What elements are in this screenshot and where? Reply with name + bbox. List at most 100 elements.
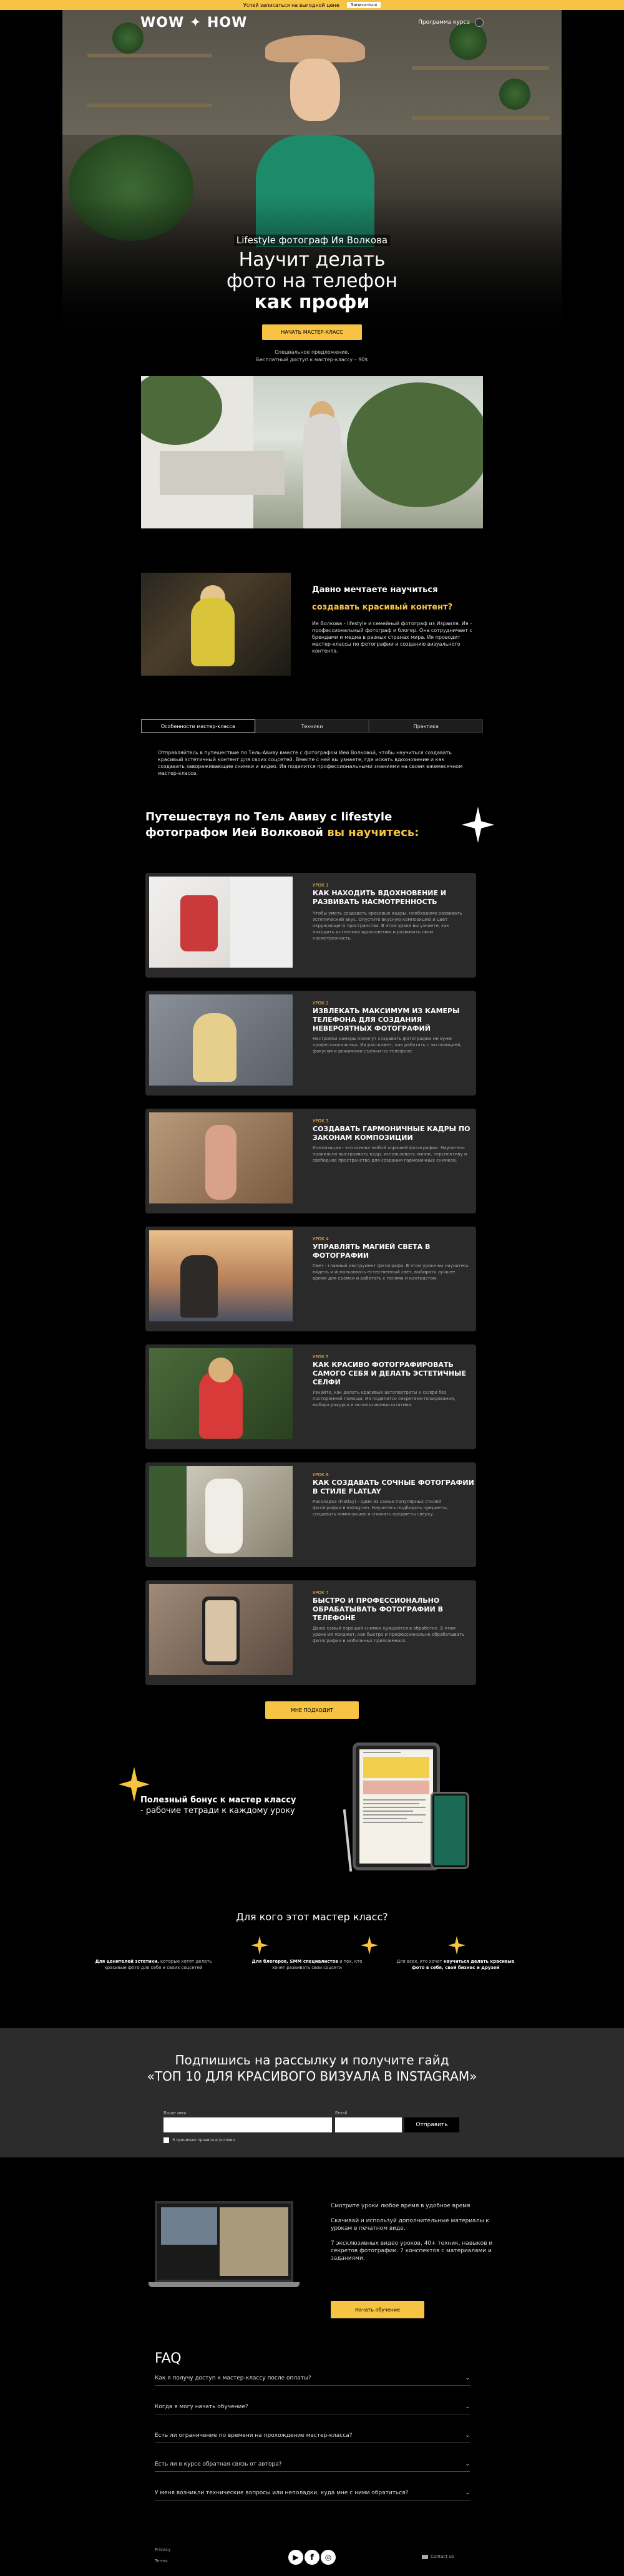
lesson-number: УРОК 3 [313, 1119, 329, 1124]
star-icon [361, 1936, 378, 1955]
lesson-image [149, 1230, 293, 1321]
tabs: Особенности мастер-класса Техники Практи… [141, 719, 484, 733]
program-link[interactable]: Программа курса [418, 19, 470, 26]
lesson-card-7[interactable]: УРОК 7 БЫСТРО И ПРОФЕССИОНАЛЬНО ОБРАБАТЫ… [145, 1580, 476, 1685]
name-label: Ваше имя [163, 2111, 187, 2116]
instagram-icon[interactable]: ◎ [321, 2550, 336, 2565]
audience-item: Для ценителей эстетики, которые хотят де… [95, 1959, 212, 1970]
lesson-image [149, 1348, 293, 1439]
lesson-desc: Свет - главный инструмент фотографа. В э… [313, 1263, 469, 1281]
consent-label: Я принимаю правила и условия [172, 2138, 235, 2142]
lesson-number: УРОК 7 [313, 1590, 329, 1595]
faq-item[interactable]: Когда я могу начать обучение? ⌄ [155, 2399, 470, 2414]
chevron-down-icon: ⌄ [465, 2461, 470, 2467]
lesson-image [149, 994, 293, 1086]
lesson-desc: Раскладка (Flatlay) - один из самых попу… [313, 1499, 449, 1517]
hero-note-line2: Бесплатный доступ к мастер-классу – 90$ [256, 357, 368, 362]
lesson-number: УРОК 1 [313, 883, 329, 888]
audience-item: Для всех, кто хочет научиться делать кра… [396, 1959, 515, 1970]
promo-button[interactable]: Записаться [346, 2, 381, 8]
more-button[interactable]: МНЕ ПОДХОДИТ [265, 1701, 359, 1719]
lesson-image [149, 1466, 293, 1557]
course-text-1: Смотрите уроки любое время в удобное вре… [331, 2203, 470, 2209]
chevron-down-icon: ⌄ [465, 2403, 470, 2410]
lesson-desc: Узнайте, как делать красивые автопортрет… [313, 1390, 456, 1407]
consent-checkbox[interactable] [163, 2137, 169, 2143]
name-input[interactable] [163, 2117, 332, 2132]
lesson-title: ИЗВЛЕКАТЬ МАКСИМУМ ИЗ КАМЕРЫ ТЕЛЕФОНА ДЛ… [313, 1007, 460, 1033]
faq-item[interactable]: Есть ли в курсе обратная связь от автора… [155, 2457, 470, 2472]
contact-link[interactable]: Contact us [422, 2554, 454, 2559]
hero-note-line1: Специальное предложение. [275, 349, 349, 355]
email-input[interactable] [335, 2117, 402, 2132]
lesson-desc: Даже самый хороший снимок нуждается в об… [313, 1626, 465, 1643]
about-photo [141, 573, 291, 676]
faq-item[interactable]: Есть ли ограничение по времени на прохож… [155, 2428, 470, 2443]
lesson-title: БЫСТРО И ПРОФЕССИОНАЛЬНО ОБРАБАТЫВАТЬ ФО… [313, 1597, 443, 1622]
star-icon [448, 1936, 466, 1955]
tab-features[interactable]: Особенности мастер-класса [141, 719, 255, 733]
youtube-icon[interactable]: ▶ [288, 2550, 303, 2565]
lessons-title: Путешествуя по Тель Авиву с lifestyle фо… [145, 810, 419, 839]
tab-content: Отправляйтесь в путешествие по Тель-Авив… [158, 750, 463, 776]
hero-text: Lifestyle фотограф Ия Волкова Научит дел… [0, 234, 624, 364]
about-text: Ия Волкова - lifestyle и семейный фотогр… [312, 621, 472, 654]
lesson-number: УРОК 2 [313, 1001, 329, 1006]
audience-item: Для блогеров, SMM специалистов и тех, кт… [251, 1959, 363, 1970]
subscribe-section: Подпишись на рассылку и получите гайд «Т… [0, 2028, 624, 2157]
lesson-title: СОЗДАВАТЬ ГАРМОНИЧНЫЕ КАДРЫ ПО ЗАКОНАМ К… [313, 1125, 470, 1142]
header: WOW ✦ HOW Программа курса [0, 10, 624, 35]
mail-icon [422, 2554, 428, 2559]
chevron-down-icon: ⌄ [465, 2432, 470, 2439]
lesson-number: УРОК 5 [313, 1354, 329, 1359]
tab-techniques[interactable]: Техники [255, 719, 369, 733]
bonus-text: Полезный бонус к мастер классу - рабочие… [140, 1796, 296, 1815]
lesson-card-4[interactable]: УРОК 4 УПРАВЛЯТЬ МАГИЕЙ СВЕТА В ФОТОГРАФ… [145, 1227, 476, 1331]
lesson-card-1[interactable]: УРОК 1 КАК НАХОДИТЬ ВДОХНОВЕНИЕ И РАЗВИВ… [145, 873, 476, 978]
lesson-image [149, 1584, 293, 1675]
chevron-down-icon: ⌄ [465, 2489, 470, 2496]
video-preview[interactable] [141, 376, 483, 528]
faq-item[interactable]: Как я получу доступ к мастер-классу посл… [155, 2371, 470, 2386]
privacy-link[interactable]: Privacy [155, 2547, 170, 2552]
audience-title: Для кого этот мастер класс? [236, 1911, 388, 1923]
course-text-2: Скачивай и используй дополнительные мате… [331, 2218, 489, 2232]
logo[interactable]: WOW ✦ HOW [140, 15, 247, 31]
course-info: Смотрите уроки любое время в удобное вре… [331, 2202, 493, 2262]
lesson-card-6[interactable]: УРОК 6 КАК СОЗДАВАТЬ СОЧНЫЕ ФОТОГРАФИИ В… [145, 1462, 476, 1567]
hero-title-bold: как профи [254, 291, 370, 313]
hero-subtitle: Lifestyle фотограф Ия Волкова [233, 235, 391, 246]
terms-link[interactable]: Terms [155, 2559, 168, 2564]
facebook-icon[interactable]: f [305, 2550, 319, 2565]
lesson-card-3[interactable]: УРОК 3 СОЗДАВАТЬ ГАРМОНИЧНЫЕ КАДРЫ ПО ЗА… [145, 1109, 476, 1213]
tab-practice[interactable]: Практика [369, 719, 484, 733]
lesson-title: УПРАВЛЯТЬ МАГИЕЙ СВЕТА В ФОТОГРАФИИ [313, 1243, 431, 1260]
about-section: Давно мечтаете научиться создавать краси… [141, 573, 483, 676]
star-icon [251, 1936, 268, 1955]
course-text-3: 7 эксклюзивных видео уроков, 40+ техник,… [331, 2240, 493, 2262]
promo-bar: Успей записаться на выгодной цене Записа… [0, 0, 624, 10]
lesson-desc: Композиция - это основа любой хорошей фо… [313, 1145, 467, 1163]
hero-title: Научит делать фото на телефон как профи [0, 250, 624, 313]
faq-title: FAQ [155, 2351, 182, 2366]
language-icon[interactable] [475, 18, 484, 27]
lesson-card-2[interactable]: УРОК 2 ИЗВЛЕКАТЬ МАКСИМУМ ИЗ КАМЕРЫ ТЕЛЕ… [145, 991, 476, 1096]
subscribe-title: Подпишись на рассылку и получите гайд «Т… [147, 2053, 477, 2084]
start-masterclass-button[interactable]: НАЧАТЬ МАСТЕР-КЛАСС [262, 324, 362, 340]
start-learning-button[interactable]: Начать обучение [331, 2301, 424, 2318]
email-label: Email [335, 2111, 348, 2116]
chevron-down-icon: ⌄ [465, 2374, 470, 2381]
lesson-title: КАК СОЗДАВАТЬ СОЧНЫЕ ФОТОГРАФИИ В СТИЛЕ … [313, 1479, 474, 1495]
lesson-card-5[interactable]: УРОК 5 КАК КРАСИВО ФОТОГРАФИРОВАТЬ САМОГ… [145, 1344, 476, 1449]
lesson-desc: Настройки камеры помогут создавать фотог… [313, 1036, 462, 1054]
hero-title-line2: фото на телефон [226, 270, 398, 292]
lesson-title: КАК КРАСИВО ФОТОГРАФИРОВАТЬ САМОГО СЕБЯ … [313, 1361, 466, 1386]
workbook-phone [431, 1792, 469, 1869]
header-nav: Программа курса [418, 18, 484, 27]
hero-title-line1: Научит делать [238, 249, 386, 271]
hero-note: Специальное предложение. Бесплатный дост… [0, 349, 624, 364]
laptop-image [149, 2195, 300, 2298]
faq-item[interactable]: У меня возникли технические вопросы или … [155, 2486, 470, 2501]
workbook-tablet [353, 1742, 440, 1870]
subscribe-button[interactable]: Отправить [404, 2117, 459, 2132]
